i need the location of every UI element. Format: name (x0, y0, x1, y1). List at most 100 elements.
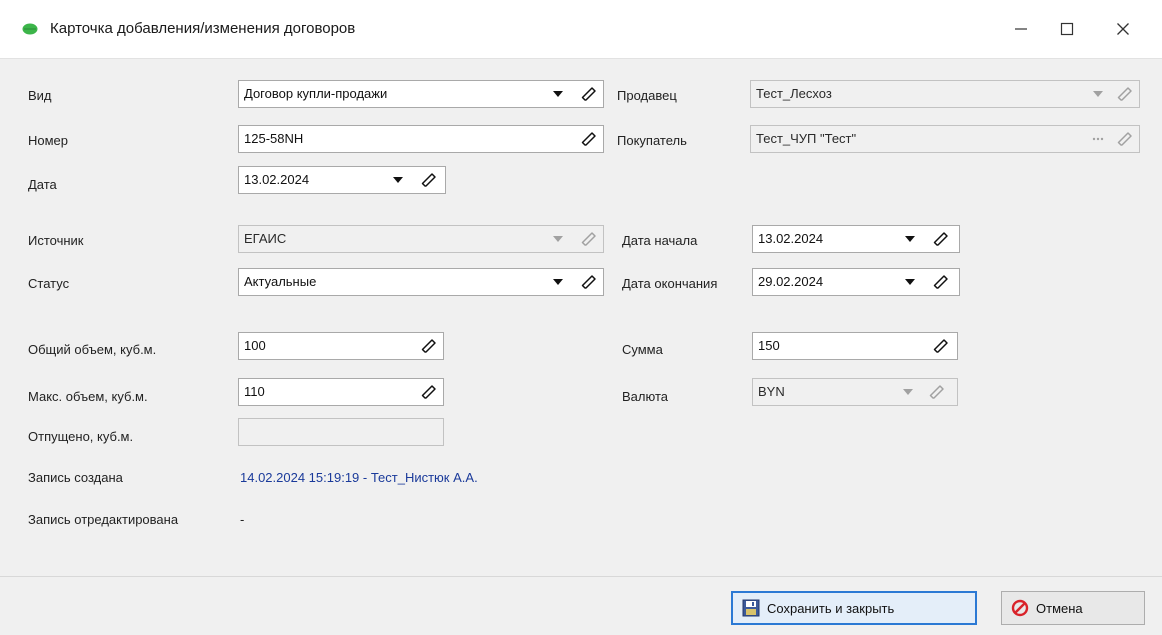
ellipsis-icon (1092, 137, 1104, 141)
eraser-icon (929, 385, 944, 399)
valyuta-label: Валюта (622, 389, 668, 404)
valyuta-dropdown-button (898, 379, 918, 405)
maks-obem-input[interactable]: 110 (238, 378, 444, 406)
eraser-icon (1117, 87, 1132, 101)
window-title: Карточка добавления/изменения договоров (50, 20, 356, 37)
vid-clear-button[interactable] (578, 81, 600, 107)
data-nachala-clear-button[interactable] (930, 226, 952, 252)
save-close-button[interactable]: Сохранить и закрыть (731, 591, 977, 625)
data-okonchaniya-date-picker[interactable]: 29.02.2024 (752, 268, 960, 296)
obshiy-obem-input[interactable]: 100 (238, 332, 444, 360)
summa-input[interactable]: 150 (752, 332, 958, 360)
data-okonchaniya-label: Дата окончания (622, 276, 718, 291)
save-icon (741, 598, 761, 618)
istochnik-clear-button (578, 226, 600, 252)
data-okonchaniya-dropdown-button[interactable] (900, 269, 920, 295)
zapis-otredaktirovana-label: Запись отредактирована (28, 512, 179, 527)
title-bar: Карточка добавления/изменения договоров (0, 0, 1162, 58)
chevron-down-icon (905, 236, 915, 242)
status-clear-button[interactable] (578, 269, 600, 295)
chevron-down-icon (393, 177, 403, 183)
minimize-icon (1015, 28, 1027, 30)
summa-clear-button[interactable] (930, 333, 952, 359)
chevron-down-icon (553, 236, 563, 242)
chevron-down-icon (905, 279, 915, 285)
eraser-icon (421, 173, 436, 187)
data-nachala-date-picker[interactable]: 13.02.2024 (752, 225, 960, 253)
zapis-otredaktirovana-value: - (240, 512, 245, 527)
nomer-input[interactable]: 125-58NH (238, 125, 604, 153)
minimize-button[interactable] (998, 12, 1044, 46)
cancel-button[interactable]: Отмена (1001, 591, 1145, 625)
eraser-icon (1117, 132, 1132, 146)
eraser-icon (581, 132, 596, 146)
leaf-icon (22, 23, 38, 35)
close-button[interactable] (1100, 12, 1146, 46)
obshiy-obem-label: Общий объем, куб.м. (28, 342, 157, 357)
eraser-icon (933, 339, 948, 353)
istochnik-dropdown-button (548, 226, 568, 252)
data-value: 13.02.2024 (244, 172, 310, 187)
vid-value: Договор купли-продажи (244, 86, 388, 101)
pokupatel-clear-button (1114, 126, 1136, 152)
obshiy-obem-clear-button[interactable] (418, 333, 440, 359)
eraser-icon (581, 87, 596, 101)
eraser-icon (421, 385, 436, 399)
chevron-down-icon (1093, 91, 1103, 97)
pokupatel-select: Тест_ЧУП "Тест" (750, 125, 1140, 153)
data-nachala-value: 13.02.2024 (758, 231, 824, 246)
vid-label: Вид (28, 88, 52, 103)
data-date-picker[interactable]: 13.02.2024 (238, 166, 446, 194)
pokupatel-ellipsis-button (1088, 126, 1108, 152)
maximize-button[interactable] (1044, 12, 1090, 46)
prodavec-dropdown-button (1088, 81, 1108, 107)
valyuta-value: BYN (758, 384, 785, 399)
prodavec-clear-button (1114, 81, 1136, 107)
maks-obem-label: Макс. объем, куб.м. (28, 389, 148, 404)
valyuta-clear-button (926, 379, 948, 405)
cancel-label: Отмена (1036, 600, 1083, 616)
eraser-icon (933, 275, 948, 289)
data-label: Дата (28, 177, 57, 192)
data-okonchaniya-clear-button[interactable] (930, 269, 952, 295)
istochnik-label: Источник (28, 233, 84, 248)
maks-obem-clear-button[interactable] (418, 379, 440, 405)
otpusheno-input (238, 418, 444, 446)
save-close-label: Сохранить и закрыть (767, 600, 895, 616)
status-value: Актуальные (244, 274, 317, 289)
summa-label: Сумма (622, 342, 663, 357)
eraser-icon (421, 339, 436, 353)
nomer-value: 125-58NH (244, 131, 304, 146)
data-nachala-dropdown-button[interactable] (900, 226, 920, 252)
pokupatel-value: Тест_ЧУП "Тест" (756, 131, 857, 146)
close-icon (1117, 23, 1129, 35)
obshiy-obem-value: 100 (244, 338, 266, 353)
prodavec-label: Продавец (617, 88, 677, 103)
data-nachala-label: Дата начала (622, 233, 698, 248)
eraser-icon (581, 232, 596, 246)
vid-dropdown-button[interactable] (548, 81, 568, 107)
maximize-icon (1060, 22, 1074, 36)
zapis-sozdana-value: 14.02.2024 15:19:19 - Тест_Нистюк А.А. (240, 470, 478, 485)
nomer-clear-button[interactable] (578, 126, 600, 152)
nomer-label: Номер (28, 133, 69, 148)
istochnik-value: ЕГАИС (244, 231, 287, 246)
cancel-icon (1010, 598, 1030, 618)
status-dropdown-button[interactable] (548, 269, 568, 295)
prodavec-select: Тест_Лесхоз (750, 80, 1140, 108)
summa-value: 150 (758, 338, 780, 353)
chevron-down-icon (553, 279, 563, 285)
otpusheno-label: Отпущено, куб.м. (28, 429, 134, 444)
eraser-icon (933, 232, 948, 246)
zapis-sozdana-label: Запись создана (28, 470, 123, 485)
data-okonchaniya-value: 29.02.2024 (758, 274, 824, 289)
prodavec-value: Тест_Лесхоз (756, 86, 832, 101)
data-dropdown-button[interactable] (388, 167, 408, 193)
data-clear-button[interactable] (418, 167, 440, 193)
chevron-down-icon (553, 91, 563, 97)
maks-obem-value: 110 (244, 384, 265, 399)
pokupatel-label: Покупатель (617, 133, 687, 148)
eraser-icon (581, 275, 596, 289)
status-label: Статус (28, 276, 70, 291)
button-bar (0, 576, 1162, 635)
